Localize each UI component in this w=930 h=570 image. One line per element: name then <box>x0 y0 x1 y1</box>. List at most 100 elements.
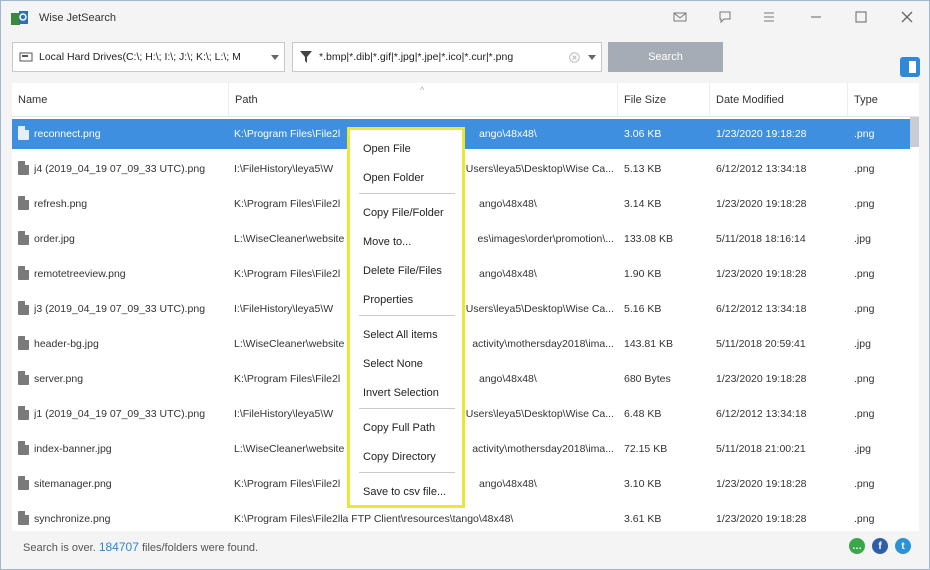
vertical-scrollbar[interactable] <box>910 117 919 147</box>
cell-size: 3.10 KB <box>624 478 662 490</box>
app-logo-icon <box>11 11 28 25</box>
column-header-type[interactable]: Type <box>848 83 910 117</box>
file-type-filter[interactable]: *.bmp|*.dib|*.gif|*.jpg|*.jpe|*.ico|*.cu… <box>292 42 602 72</box>
cell-name: header-bg.jpg <box>34 338 99 350</box>
menu-separator <box>359 315 455 316</box>
cell-type: .png <box>854 268 875 280</box>
context-menu: Open File Open Folder Copy File/Folder Move… <box>347 127 465 508</box>
column-header-date[interactable]: Date Modified <box>710 83 848 117</box>
table-header: Name Path File Size Date Modified Type ^ <box>12 83 919 117</box>
column-header-name[interactable]: Name <box>12 83 229 117</box>
title-bar: Wise JetSearch <box>1 1 929 35</box>
cell-path: K:\Program Files\File2lla FTP Client\res… <box>234 504 614 531</box>
menu-item-properties[interactable]: Properties <box>363 294 413 306</box>
cell-path-end: ango\48x48\ <box>479 198 537 210</box>
cell-path-end: activity\mothersday2018\ima... <box>472 443 614 455</box>
cell-type: .png <box>854 513 875 525</box>
minimize-icon[interactable] <box>805 7 827 27</box>
status-bar: Search is over. 184707 files/folders wer… <box>23 540 258 554</box>
menu-item-copy-full-path[interactable]: Copy Full Path <box>363 422 435 434</box>
panel-toggle-icon[interactable] <box>900 57 920 77</box>
menu-item-invert-selection[interactable]: Invert Selection <box>363 387 439 399</box>
cell-date: 5/11/2018 20:59:41 <box>716 338 806 350</box>
search-button[interactable]: Search <box>608 42 723 72</box>
cell-size: 3.06 KB <box>624 128 662 140</box>
cell-name: index-banner.jpg <box>34 443 112 455</box>
cell-size: 6.48 KB <box>624 408 662 420</box>
cell-size: 143.81 KB <box>624 338 674 350</box>
cell-type: .jpg <box>854 338 871 350</box>
file-icon <box>18 231 29 245</box>
cell-name: server.png <box>34 373 84 385</box>
file-icon <box>18 406 29 420</box>
cell-size: 5.16 KB <box>624 303 662 315</box>
facebook-icon[interactable]: f <box>872 538 888 554</box>
cell-type: .png <box>854 128 875 140</box>
clear-filter-icon[interactable] <box>565 51 583 63</box>
cell-date: 1/23/2020 19:18:28 <box>716 268 807 280</box>
menu-item-copy-directory[interactable]: Copy Directory <box>363 451 436 463</box>
cell-type: .png <box>854 478 875 490</box>
file-icon <box>18 301 29 315</box>
menu-item-delete-file-files[interactable]: Delete File/Files <box>363 265 442 277</box>
table-row[interactable]: synchronize.png K:\Program Files\File2lla… <box>12 504 910 531</box>
feedback-icon[interactable] <box>714 7 736 27</box>
cell-path-end: ango\48x48\ <box>479 128 537 140</box>
drive-icon <box>13 43 39 71</box>
cell-name: order.jpg <box>34 233 75 245</box>
status-prefix: Search is over. <box>23 542 96 554</box>
result-count: 184707 <box>98 540 139 554</box>
cell-type: .png <box>854 198 875 210</box>
cell-date: 1/23/2020 19:18:28 <box>716 198 807 210</box>
column-header-size[interactable]: File Size <box>618 83 710 117</box>
menu-item-save-to-csv-file[interactable]: Save to csv file... <box>363 486 446 498</box>
cell-size: 5.13 KB <box>624 163 662 175</box>
cell-name: synchronize.png <box>34 513 111 525</box>
cell-name: j4 (2019_04_19 07_09_33 UTC).png <box>34 163 206 175</box>
cell-date: 6/12/2012 13:34:18 <box>716 303 807 315</box>
cell-date: 1/23/2020 19:18:28 <box>716 513 807 525</box>
cell-size: 1.90 KB <box>624 268 662 280</box>
cell-name: remotetreeview.png <box>34 268 126 280</box>
file-icon <box>18 266 29 280</box>
chat-icon[interactable]: … <box>849 538 865 554</box>
chevron-down-icon[interactable] <box>583 43 601 71</box>
location-dropdown[interactable]: Local Hard Drives(C:\; H:\; I:\; J:\; K:… <box>12 42 285 72</box>
cell-path-end: activity\mothersday2018\ima... <box>472 338 614 350</box>
cell-name: sitemanager.png <box>34 478 112 490</box>
sort-ascending-icon: ^ <box>420 85 425 95</box>
cell-date: 1/23/2020 19:18:28 <box>716 128 807 140</box>
maximize-icon[interactable] <box>850 7 872 27</box>
cell-path-end: ango\48x48\ <box>479 268 537 280</box>
menu-item-open-folder[interactable]: Open Folder <box>363 172 424 184</box>
cell-date: 6/12/2012 13:34:18 <box>716 163 807 175</box>
cell-path-end: ango\48x48\ <box>479 373 537 385</box>
mail-icon[interactable] <box>669 7 691 27</box>
menu-item-move-to[interactable]: Move to... <box>363 236 411 248</box>
menu-item-select-none[interactable]: Select None <box>363 358 423 370</box>
cell-name: j1 (2019_04_19 07_09_33 UTC).png <box>34 408 206 420</box>
file-icon <box>18 511 29 525</box>
menu-separator <box>359 472 455 473</box>
filter-icon <box>293 43 319 71</box>
file-icon <box>18 441 29 455</box>
cell-date: 1/23/2020 19:18:28 <box>716 478 807 490</box>
chevron-down-icon[interactable] <box>266 43 284 71</box>
menu-icon[interactable] <box>758 7 780 27</box>
cell-type: .png <box>854 373 875 385</box>
twitter-icon[interactable]: t <box>895 538 911 554</box>
cell-size: 680 Bytes <box>624 373 671 385</box>
close-icon[interactable] <box>896 7 918 27</box>
location-value: Local Hard Drives(C:\; H:\; I:\; J:\; K:… <box>39 51 241 63</box>
app-window: Wise JetSearch Local Hard Drives(C:\; H:… <box>0 0 930 570</box>
cell-type: .jpg <box>854 233 871 245</box>
cell-name: refresh.png <box>34 198 88 210</box>
menu-item-select-all-items[interactable]: Select All items <box>363 329 438 341</box>
menu-item-copy-file-folder[interactable]: Copy File/Folder <box>363 207 444 219</box>
cell-date: 5/11/2018 21:00:21 <box>716 443 806 455</box>
cell-size: 133.08 KB <box>624 233 674 245</box>
menu-item-open-file[interactable]: Open File <box>363 143 411 155</box>
cell-name: j3 (2019_04_19 07_09_33 UTC).png <box>34 303 206 315</box>
cell-path-end: es\images\order\promotion\... <box>477 233 614 245</box>
cell-type: .png <box>854 163 875 175</box>
